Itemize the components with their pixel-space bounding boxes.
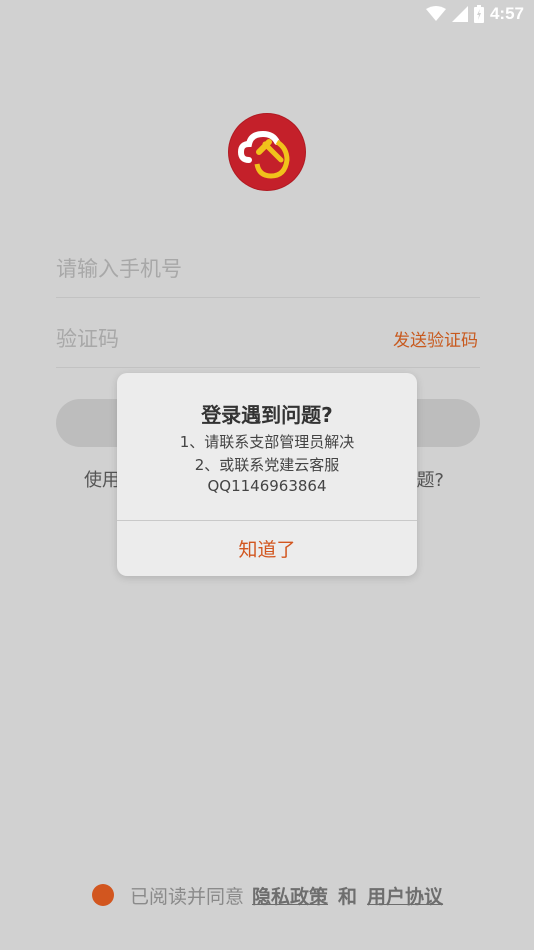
privacy-policy-link[interactable]: 隐私政策 xyxy=(252,882,328,909)
verification-code-field[interactable]: 验证码 发送验证码 xyxy=(56,297,480,368)
status-time: 4:57 xyxy=(489,4,524,23)
agree-radio[interactable] xyxy=(92,884,114,906)
cloud-hammer-sickle-icon xyxy=(237,130,290,179)
agreement-and: 和 xyxy=(338,885,358,908)
dialog-ok-button[interactable]: 知道了 xyxy=(117,521,417,576)
send-code-button[interactable]: 发送验证码 xyxy=(393,326,478,351)
code-placeholder: 验证码 xyxy=(56,327,119,351)
status-icons: 4:57 xyxy=(425,4,524,24)
phone-field[interactable]: 请输入手机号 xyxy=(56,227,480,298)
help-text-left[interactable]: 使用 xyxy=(84,466,120,492)
help-text-right[interactable]: 题? xyxy=(416,466,444,492)
dialog-title: 登录遇到问题? xyxy=(201,403,333,427)
agreement-prefix: 已阅读并同意 xyxy=(130,885,245,908)
user-agreement-link[interactable]: 用户协议 xyxy=(367,882,443,909)
login-help-dialog: 登录遇到问题? 1、请联系支部管理员解决 2、或联系党建云客服 QQ114696… xyxy=(117,373,417,576)
dialog-line-2: 2、或联系党建云客服 xyxy=(194,456,340,474)
phone-placeholder: 请输入手机号 xyxy=(56,257,182,281)
dialog-line-3: QQ1146963864 xyxy=(207,477,327,495)
status-bar: 4:57 xyxy=(0,0,534,30)
app-logo xyxy=(229,114,305,190)
wifi-icon xyxy=(425,6,446,21)
battery-icon xyxy=(473,5,484,23)
dialog-line-1: 1、请联系支部管理员解决 xyxy=(179,433,355,451)
agreement-row: 已阅读并同意 隐私政策 和 用户协议 xyxy=(92,880,443,910)
signal-icon xyxy=(451,6,468,22)
